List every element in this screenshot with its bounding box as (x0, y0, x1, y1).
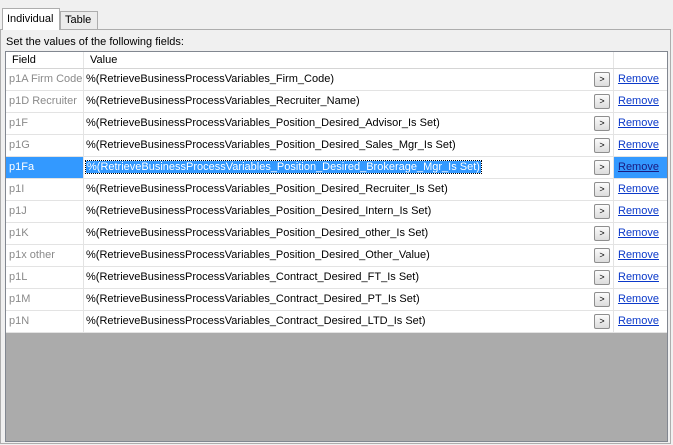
remove-link[interactable]: Remove (618, 245, 666, 266)
field-name-cell[interactable]: p1L (6, 267, 84, 288)
field-value-cell[interactable]: %(RetrieveBusinessProcessVariables_Posit… (84, 135, 614, 156)
expression-builder-button[interactable]: > (594, 94, 610, 109)
remove-link[interactable]: Remove (618, 69, 666, 90)
field-value-cell[interactable]: %(RetrieveBusinessProcessVariables_Posit… (84, 223, 614, 244)
remove-link[interactable]: Remove (618, 311, 666, 332)
table-row[interactable]: p1x other %(RetrieveBusinessProcessVariab… (6, 245, 667, 267)
field-name-cell[interactable]: p1K (6, 223, 84, 244)
tab-table[interactable]: Table (60, 11, 98, 29)
remove-link[interactable]: Remove (618, 201, 666, 222)
table-row[interactable]: p1D Recruiter %(RetrieveBusinessProcessVa… (6, 91, 667, 113)
table-row[interactable]: p1I %(RetrieveBusinessProcessVariables_Po… (6, 179, 667, 201)
table-row[interactable]: p1J %(RetrieveBusinessProcessVariables_Po… (6, 201, 667, 223)
remove-link[interactable]: Remove (618, 267, 666, 288)
instruction-label: Set the values of the following fields: (6, 36, 184, 48)
tab-individual[interactable]: Individual (2, 8, 60, 30)
field-value-text: %(RetrieveBusinessProcessVariables_Posit… (86, 227, 429, 239)
field-name-cell[interactable]: p1J (6, 201, 84, 222)
field-value-text: %(RetrieveBusinessProcessVariables_Contr… (86, 271, 419, 283)
field-value-text: %(RetrieveBusinessProcessVariables_Posit… (86, 139, 456, 151)
expression-builder-button[interactable]: > (594, 72, 610, 87)
column-header-field[interactable]: Field (6, 52, 84, 68)
field-value-text: %(RetrieveBusinessProcessVariables_Posit… (86, 183, 448, 195)
field-name-cell[interactable]: p1x other (6, 245, 84, 266)
remove-link[interactable]: Remove (618, 113, 666, 134)
table-row[interactable]: p1G %(RetrieveBusinessProcessVariables_Po… (6, 135, 667, 157)
field-value-text: %(RetrieveBusinessProcessVariables_Posit… (85, 160, 482, 174)
field-name-cell[interactable]: p1G (6, 135, 84, 156)
expression-builder-button[interactable]: > (594, 116, 610, 131)
expression-builder-button[interactable]: > (594, 226, 610, 241)
field-name-cell[interactable]: p1N (6, 311, 84, 332)
field-name-cell[interactable]: p1M (6, 289, 84, 310)
field-value-cell[interactable]: %(RetrieveBusinessProcessVariables_Contr… (84, 267, 614, 288)
remove-link[interactable]: Remove (618, 179, 666, 200)
expression-builder-button[interactable]: > (594, 270, 610, 285)
table-row[interactable]: p1F %(RetrieveBusinessProcessVariables_Po… (6, 113, 667, 135)
tab-strip: Individual Table (0, 0, 673, 30)
grid-header: Field Value (6, 52, 667, 69)
remove-link[interactable]: Remove (618, 91, 666, 112)
field-value-text: %(RetrieveBusinessProcessVariables_Firm_… (86, 73, 334, 85)
field-value-text: %(RetrieveBusinessProcessVariables_Posit… (86, 249, 430, 261)
field-value-text: %(RetrieveBusinessProcessVariables_Contr… (86, 293, 420, 305)
table-row[interactable]: p1K %(RetrieveBusinessProcessVariables_Po… (6, 223, 667, 245)
field-name-cell[interactable]: p1D Recruiter (6, 91, 84, 112)
remove-link[interactable]: Remove (618, 289, 666, 310)
fields-grid[interactable]: Field Value p1A Firm Code %(RetrieveBusin… (5, 51, 668, 442)
expression-builder-button[interactable]: > (594, 138, 610, 153)
remove-link[interactable]: Remove (618, 157, 666, 178)
field-value-text: %(RetrieveBusinessProcessVariables_Recru… (86, 95, 360, 107)
field-name-cell[interactable]: p1I (6, 179, 84, 200)
field-name-cell[interactable]: p1F (6, 113, 84, 134)
field-value-cell[interactable]: %(RetrieveBusinessProcessVariables_Recru… (84, 91, 614, 112)
expression-builder-button[interactable]: > (594, 160, 610, 175)
field-value-text: %(RetrieveBusinessProcessVariables_Posit… (86, 117, 440, 129)
table-row[interactable]: p1M %(RetrieveBusinessProcessVariables_Co… (6, 289, 667, 311)
field-name-cell[interactable]: p1Fa (6, 157, 84, 178)
expression-builder-button[interactable]: > (594, 204, 610, 219)
field-value-cell[interactable]: %(RetrieveBusinessProcessVariables_Posit… (84, 179, 614, 200)
table-row[interactable]: p1N %(RetrieveBusinessProcessVariables_Co… (6, 311, 667, 333)
expression-builder-button[interactable]: > (594, 248, 610, 263)
expression-builder-button[interactable]: > (594, 314, 610, 329)
table-row[interactable]: p1Fa %(RetrieveBusinessProcessVariables_P… (6, 157, 667, 179)
field-value-text: %(RetrieveBusinessProcessVariables_Contr… (86, 315, 426, 327)
field-name-cell[interactable]: p1A Firm Code (6, 69, 84, 90)
expression-builder-button[interactable]: > (594, 292, 610, 307)
remove-link[interactable]: Remove (618, 135, 666, 156)
field-value-cell[interactable]: %(RetrieveBusinessProcessVariables_Posit… (84, 157, 614, 178)
table-row[interactable]: p1L %(RetrieveBusinessProcessVariables_Co… (6, 267, 667, 289)
table-row[interactable]: p1A Firm Code %(RetrieveBusinessProcessVa… (6, 69, 667, 91)
expression-builder-button[interactable]: > (594, 182, 610, 197)
field-value-cell[interactable]: %(RetrieveBusinessProcessVariables_Posit… (84, 113, 614, 134)
field-value-cell[interactable]: %(RetrieveBusinessProcessVariables_Contr… (84, 311, 614, 332)
field-value-text: %(RetrieveBusinessProcessVariables_Posit… (86, 205, 432, 217)
column-header-value[interactable]: Value (84, 52, 614, 68)
remove-link[interactable]: Remove (618, 223, 666, 244)
field-value-cell[interactable]: %(RetrieveBusinessProcessVariables_Posit… (84, 245, 614, 266)
field-value-cell[interactable]: %(RetrieveBusinessProcessVariables_Firm_… (84, 69, 614, 90)
field-value-cell[interactable]: %(RetrieveBusinessProcessVariables_Posit… (84, 201, 614, 222)
field-value-cell[interactable]: %(RetrieveBusinessProcessVariables_Contr… (84, 289, 614, 310)
